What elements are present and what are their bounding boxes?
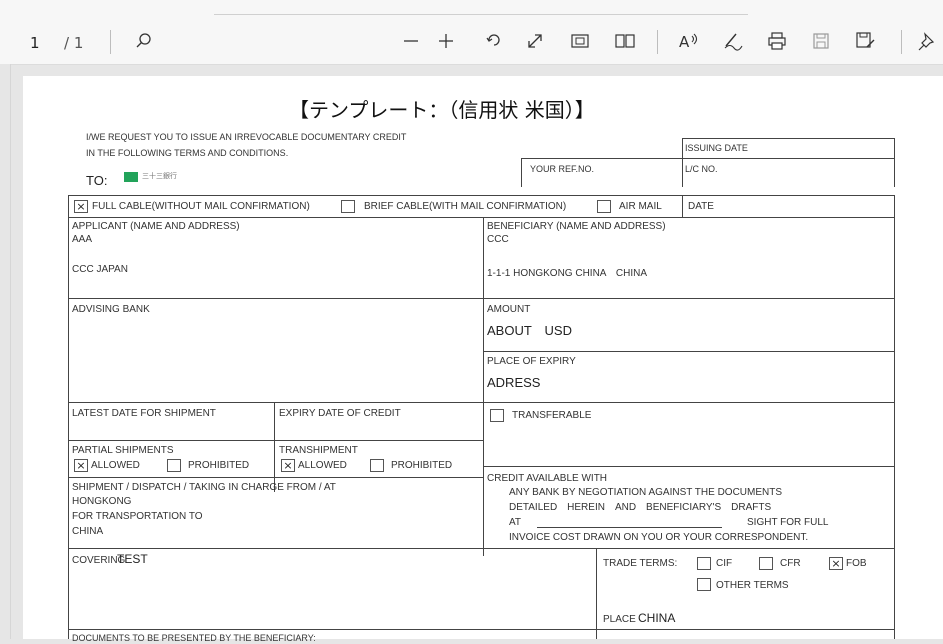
beneficiary-name: CCC	[487, 234, 509, 245]
date-label: DATE	[688, 201, 714, 212]
credit-line-4: INVOICE COST DRAWN ON YOU OR YOUR CORRES…	[509, 532, 809, 543]
shipment-from-value: HONGKONG	[72, 496, 132, 507]
place-value: CHINA	[638, 611, 676, 625]
credit-line-3-sight: SIGHT FOR FULL	[747, 517, 829, 528]
credit-line-2: DETAILED HEREIN AND BENEFICIARY'S DRAFTS	[509, 502, 772, 513]
transhipment-prohibited-label: PROHIBITED	[391, 460, 453, 471]
credit-line-3-at: AT	[509, 517, 522, 528]
document-page: 【テンプレート：（信用状 米国）】 I/WE REQUEST YOU TO IS…	[23, 76, 943, 643]
full-cable-label: FULL CABLE(WITHOUT MAIL CONFIRMATION)	[92, 201, 310, 212]
brief-cable-label: BRIEF CABLE(WITH MAIL CONFIRMATION)	[364, 201, 567, 212]
toolbar-separator	[110, 30, 111, 54]
rotate-icon[interactable]	[481, 28, 507, 54]
zoom-in-icon[interactable]	[433, 28, 459, 54]
left-panel-edge	[0, 64, 11, 639]
applicant-name: AAA	[72, 234, 93, 245]
page-total: / 1	[64, 34, 84, 52]
beneficiary-address: 1-1-1 HONGKONG CHINA CHINA	[487, 268, 648, 279]
full-cable-checkbox[interactable]: ×	[74, 200, 88, 213]
amount-label: AMOUNT	[487, 304, 531, 315]
cfr-checkbox[interactable]	[759, 557, 773, 570]
latest-shipment-date-label: LATEST DATE FOR SHIPMENT	[72, 408, 216, 419]
other-terms-checkbox[interactable]	[697, 578, 711, 591]
brief-cable-checkbox[interactable]	[341, 200, 355, 213]
transferable-checkbox[interactable]	[490, 409, 504, 422]
other-terms-label: OTHER TERMS	[716, 580, 789, 591]
air-mail-checkbox[interactable]	[597, 200, 611, 213]
svg-text:A: A	[679, 33, 690, 51]
pin-icon[interactable]	[915, 28, 941, 54]
zoom-out-icon[interactable]	[398, 28, 424, 54]
place-expiry-value: ADRESS	[487, 375, 541, 390]
intro-line-2: IN THE FOLLOWING TERMS AND CONDITIONS.	[86, 148, 289, 158]
trade-terms-label: TRADE TERMS:	[603, 558, 678, 569]
fob-label: FOB	[846, 558, 867, 569]
partial-allowed-checkbox[interactable]: ×	[74, 459, 88, 472]
bank-logo-icon	[124, 172, 138, 182]
transportation-to-label: FOR TRANSPORTATION TO	[72, 511, 203, 522]
save-as-icon[interactable]	[853, 28, 879, 54]
toolbar-divider	[214, 14, 748, 15]
save-icon[interactable]	[808, 28, 834, 54]
page-view-icon[interactable]	[612, 28, 638, 54]
cfr-label: CFR	[780, 558, 801, 569]
page-number-input[interactable]: 1	[30, 30, 40, 56]
applicant-label: APPLICANT (NAME AND ADDRESS)	[72, 221, 240, 232]
expiry-date-label: EXPIRY DATE OF CREDIT	[279, 408, 401, 419]
transferable-label: TRANSFERABLE	[512, 410, 592, 421]
place-label: PLACE	[603, 614, 636, 625]
search-icon[interactable]	[131, 28, 157, 54]
fit-to-page-icon[interactable]	[522, 28, 548, 54]
draw-icon[interactable]	[720, 28, 746, 54]
pdf-toolbar: 1 / 1 A	[0, 0, 943, 65]
transhipment-prohibited-checkbox[interactable]	[370, 459, 384, 472]
print-icon[interactable]	[764, 28, 790, 54]
transhipment-allowed-label: ALLOWED	[298, 460, 347, 471]
beneficiary-label: BENEFICIARY (NAME AND ADDRESS)	[487, 221, 666, 232]
credit-line-1: ANY BANK BY NEGOTIATION AGAINST THE DOCU…	[509, 487, 783, 498]
advising-bank-label: ADVISING BANK	[72, 304, 150, 315]
intro-line-1: I/WE REQUEST YOU TO ISSUE AN IRREVOCABLE…	[86, 132, 407, 142]
covering-value: TEST	[117, 552, 148, 566]
cif-checkbox[interactable]	[697, 557, 711, 570]
partial-prohibited-checkbox[interactable]	[167, 459, 181, 472]
transhipment-allowed-checkbox[interactable]: ×	[281, 459, 295, 472]
partial-shipments-label: PARTIAL SHIPMENTS	[72, 445, 174, 456]
amount-value: ABOUT USD	[487, 323, 572, 338]
applicant-address: CCC JAPAN	[72, 264, 128, 275]
cif-label: CIF	[716, 558, 733, 569]
bank-logo-text: 三十三銀行	[142, 173, 177, 180]
toolbar-separator	[657, 30, 658, 54]
toolbar-separator	[901, 30, 902, 54]
transhipment-label: TRANSHIPMENT	[279, 445, 358, 456]
fullscreen-icon[interactable]	[567, 28, 593, 54]
to-label: TO:	[86, 173, 108, 188]
transportation-to-value: CHINA	[72, 526, 104, 537]
issuing-date-label: ISSUING DATE	[685, 143, 748, 153]
form-title: 【テンプレート：（信用状 米国）】	[289, 98, 595, 122]
place-expiry-label: PLACE OF EXPIRY	[487, 356, 576, 367]
lc-no-label: L/C NO.	[685, 164, 718, 174]
partial-allowed-label: ALLOWED	[91, 460, 140, 471]
your-ref-label: YOUR REF.NO.	[530, 164, 595, 174]
shipment-from-label: SHIPMENT / DISPATCH / TAKING IN CHARGE F…	[72, 482, 336, 493]
credit-available-label: CREDIT AVAILABLE WITH	[487, 473, 608, 484]
fob-checkbox[interactable]: ×	[829, 557, 843, 570]
partial-prohibited-label: PROHIBITED	[188, 460, 250, 471]
read-aloud-icon[interactable]: A	[676, 28, 702, 54]
air-mail-label: AIR MAIL	[619, 201, 662, 212]
documents-label: DOCUMENTS TO BE PRESENTED BY THE BENEFIC…	[72, 633, 316, 643]
